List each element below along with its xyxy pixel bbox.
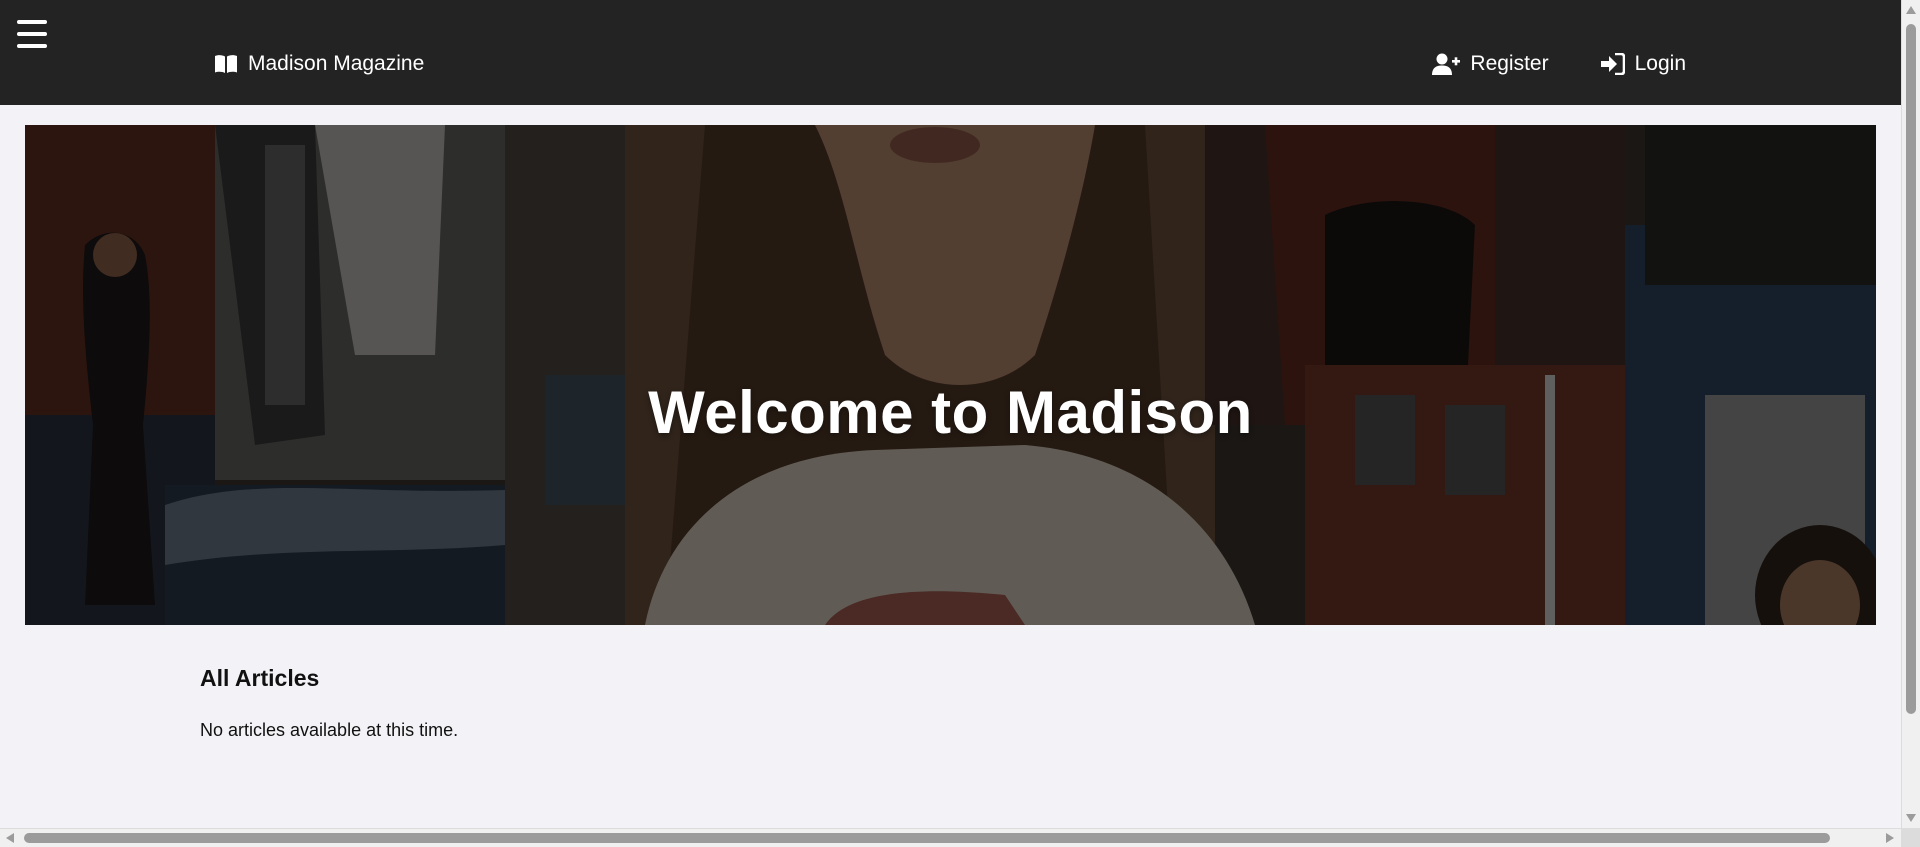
scroll-up-arrow-icon[interactable] [1906,6,1916,14]
scroll-right-arrow-icon[interactable] [1886,833,1894,843]
vertical-scrollbar[interactable] [1901,0,1920,828]
register-link[interactable]: Register [1432,52,1549,76]
sign-in-icon [1600,53,1625,75]
articles-heading: All Articles [200,665,320,691]
horizontal-scrollbar[interactable] [0,828,1920,847]
scroll-left-arrow-icon[interactable] [6,833,14,843]
user-plus-icon [1432,53,1461,75]
brand-label: Madison Magazine [248,52,425,75]
auth-nav: Register Login [1380,52,1686,76]
open-book-icon [215,55,237,73]
page: Madison Magazine Register Login Welcome … [0,0,1920,847]
horizontal-scroll-thumb[interactable] [24,833,1830,843]
login-label: Login [1634,52,1686,75]
hero-title: Welcome to Madison [648,379,1253,447]
scroll-down-arrow-icon[interactable] [1906,814,1916,822]
vertical-scroll-thumb[interactable] [1906,24,1916,714]
login-link[interactable]: Login [1600,52,1686,76]
hero-overlay [25,125,1876,625]
register-label: Register [1470,52,1549,75]
hamburger-menu-icon[interactable] [17,20,47,48]
hero-banner: Welcome to Madison [25,125,1876,625]
articles-section: All Articles No articles available at th… [200,665,458,741]
brand-link[interactable]: Madison Magazine [214,52,424,76]
empty-articles-message: No articles available at this time. [200,720,459,740]
scrollbar-corner [1901,828,1920,847]
top-navbar: Madison Magazine Register Login [0,0,1901,105]
